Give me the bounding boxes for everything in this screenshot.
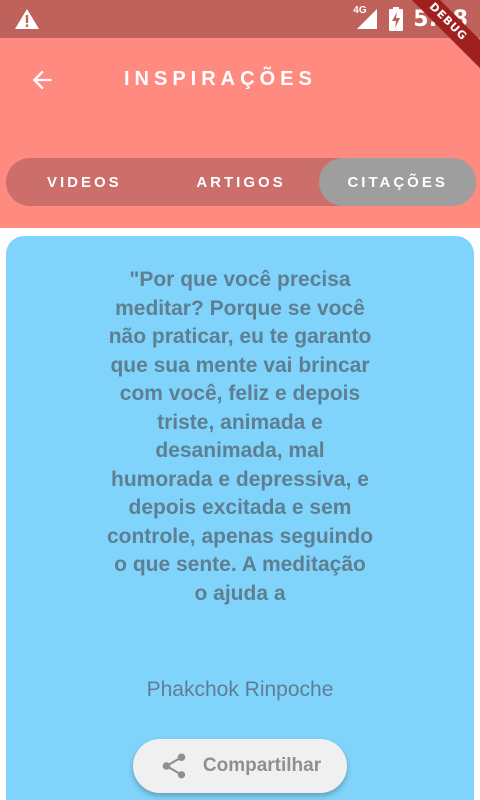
tab-artigos[interactable]: ARTIGOS bbox=[163, 158, 320, 206]
quote-author: Phakchok Rinpoche bbox=[146, 678, 334, 701]
tab-citacoes[interactable]: CITAÇÕES bbox=[319, 158, 477, 206]
tab-videos[interactable]: VIDEOS bbox=[6, 158, 163, 206]
tab-bar: VIDEOS ARTIGOS CITAÇÕES bbox=[6, 158, 477, 206]
quote-scroll-area[interactable]: "Por que você precisa meditar? Porque se… bbox=[106, 266, 374, 662]
signal-icon: 4G bbox=[353, 5, 379, 31]
page-title: INSPIRAÇÕES bbox=[124, 68, 317, 90]
back-button[interactable] bbox=[22, 62, 62, 98]
arrow-back-icon bbox=[32, 70, 52, 90]
app-bar: INSPIRAÇÕES bbox=[0, 38, 480, 122]
share-button[interactable]: Compartilhar bbox=[133, 739, 347, 793]
share-button-label: Compartilhar bbox=[202, 755, 322, 776]
quote-text: "Por que você precisa meditar? Porque se… bbox=[106, 268, 374, 605]
network-type: 4G bbox=[353, 5, 367, 16]
share-icon bbox=[162, 753, 186, 779]
battery-charging-icon bbox=[389, 7, 404, 31]
warning-icon bbox=[15, 9, 39, 29]
status-bar: 4G 5:18 DEBUG bbox=[0, 0, 480, 72]
